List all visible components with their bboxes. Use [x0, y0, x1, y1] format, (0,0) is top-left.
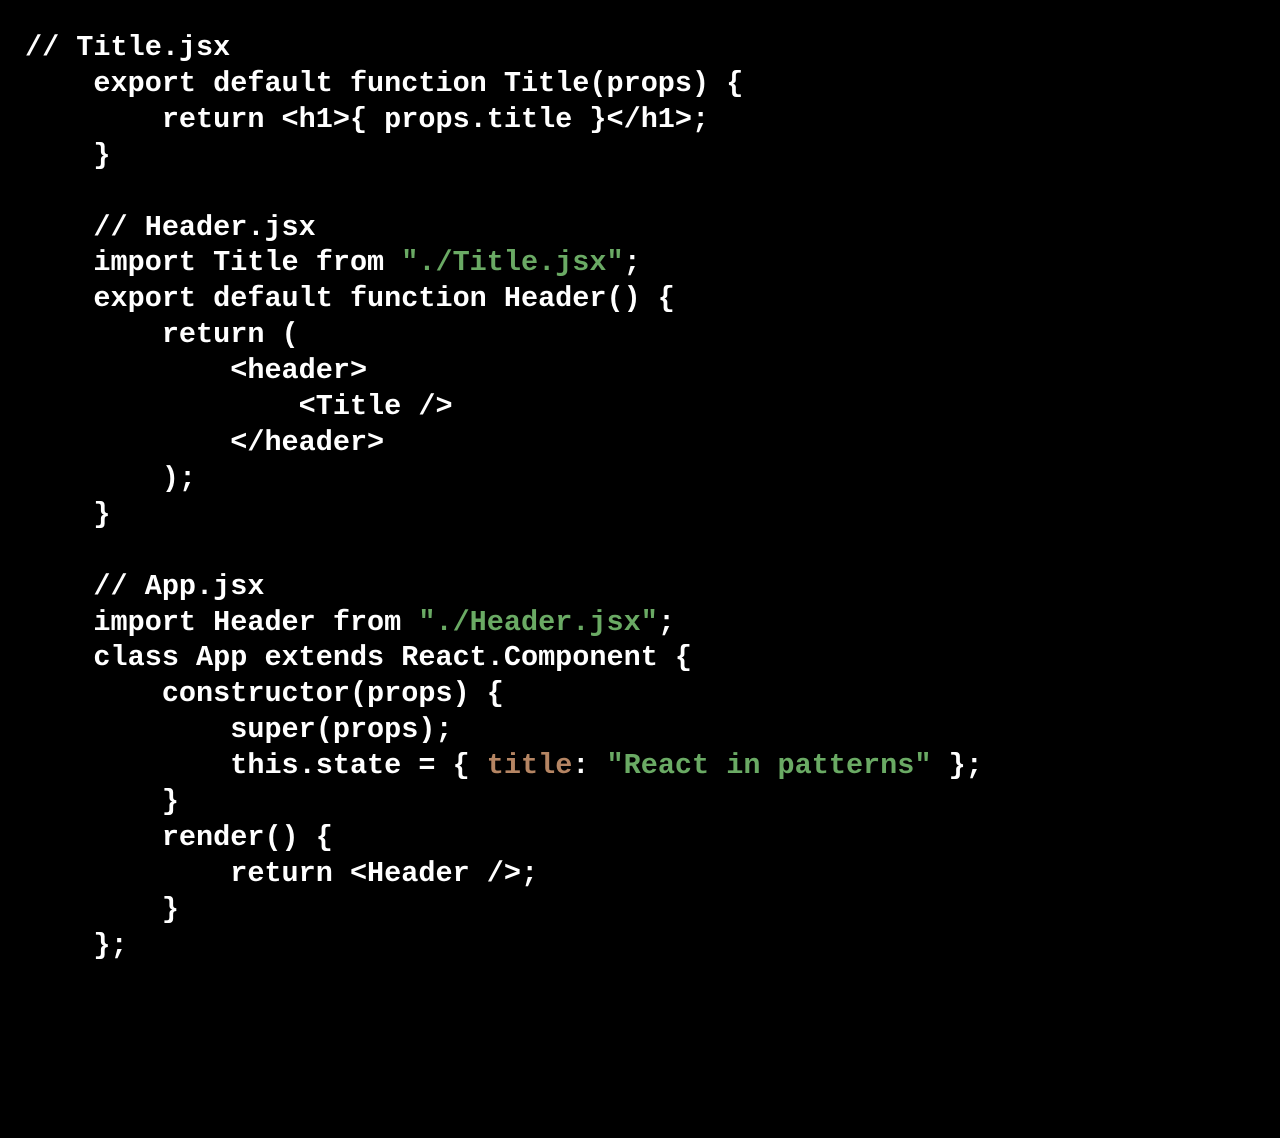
code-token: <Title /> [25, 390, 453, 423]
code-token: } [25, 139, 111, 172]
code-token: return <Header />; [25, 857, 538, 890]
code-token: super(props); [25, 713, 453, 746]
code-token: constructor(props) { [25, 677, 504, 710]
code-token: } [25, 785, 179, 818]
code-token: export default function Title(props) { [25, 67, 743, 100]
code-token: export default function Header() { [25, 282, 675, 315]
code-token: import Header from [25, 606, 418, 639]
code-block: // Title.jsx export default function Tit… [0, 0, 1280, 994]
code-token-string: "./Header.jsx" [418, 606, 657, 639]
code-token: ); [25, 462, 196, 495]
code-token: ; [624, 246, 641, 279]
code-token: // Header.jsx [25, 211, 316, 244]
code-token: // Title.jsx [25, 31, 230, 64]
code-token: : [572, 749, 606, 782]
code-token: <header> [25, 354, 367, 387]
code-token: } [25, 893, 179, 926]
code-token: }; [25, 929, 128, 962]
code-token: }; [931, 749, 982, 782]
code-token: } [25, 498, 111, 531]
code-token: ; [658, 606, 675, 639]
code-token: // App.jsx [25, 570, 264, 603]
code-token: this.state = { [25, 749, 487, 782]
code-token: render() { [25, 821, 333, 854]
code-token: import Title from [25, 246, 401, 279]
code-token-string: "React in patterns" [607, 749, 932, 782]
code-token: </header> [25, 426, 384, 459]
code-token-keyword: title [487, 749, 573, 782]
code-token: return ( [25, 318, 299, 351]
code-token: class App extends React.Component { [25, 641, 692, 674]
code-token: return <h1>{ props.title }</h1>; [25, 103, 709, 136]
code-token-string: "./Title.jsx" [401, 246, 623, 279]
